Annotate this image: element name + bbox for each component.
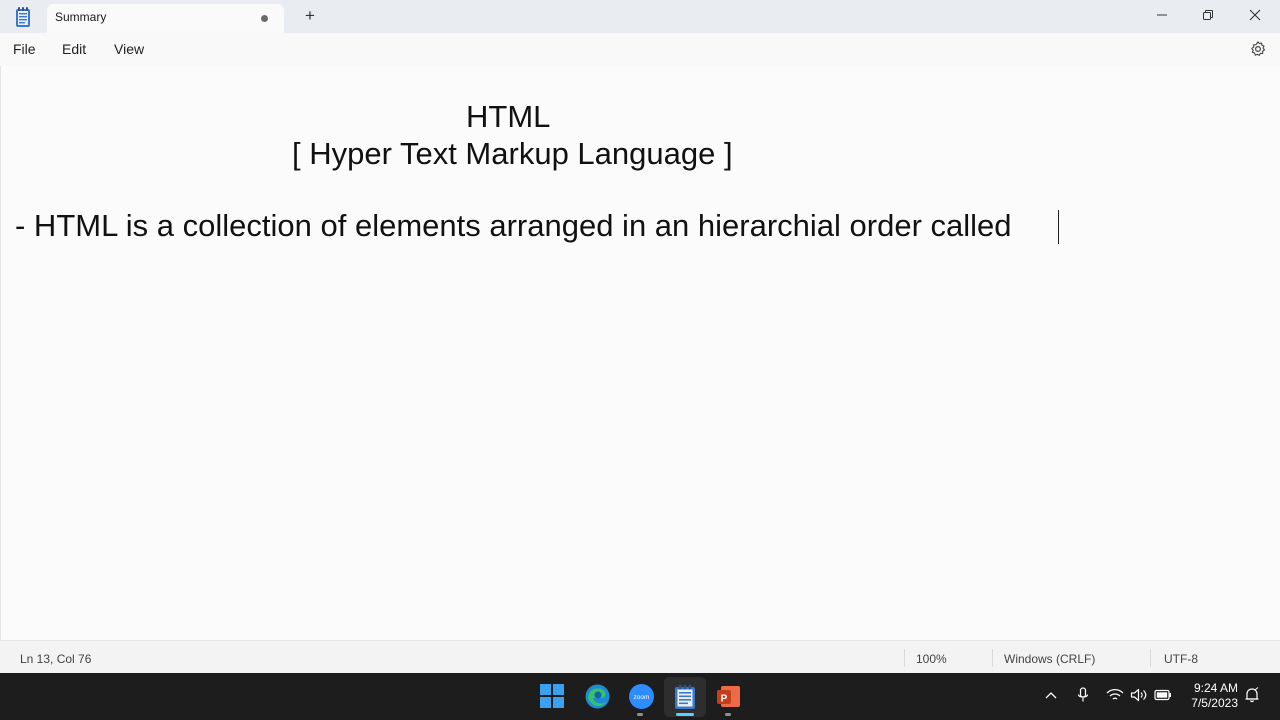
vertical-scrollbar[interactable] [1266, 66, 1280, 640]
powerpoint-icon: P [716, 685, 740, 707]
text-caret [1058, 210, 1059, 244]
edge-icon [585, 684, 609, 708]
volume-icon[interactable] [1130, 686, 1148, 704]
status-divider [904, 649, 905, 667]
document-line-2: [ Hyper Text Markup Language ] [292, 136, 733, 171]
status-divider [1150, 649, 1151, 667]
restore-icon [1203, 10, 1213, 20]
windows-start-icon [540, 684, 564, 708]
notepad-active-indicator [676, 713, 694, 716]
cursor-position: Ln 13, Col 76 [20, 652, 92, 666]
battery-icon[interactable] [1154, 686, 1172, 704]
menu-file[interactable]: File [13, 41, 36, 57]
title-bar: Summary + [0, 0, 1280, 33]
powerpoint-button[interactable]: P [713, 681, 743, 711]
taskbar: zoom P 9:24 AM 7/5/2023 [0, 673, 1280, 720]
minimize-icon [1157, 14, 1167, 16]
svg-text:zoom: zoom [633, 693, 649, 700]
tab-title: Summary [55, 10, 107, 24]
notification-bell-icon[interactable] [1243, 686, 1261, 704]
show-hidden-icons-chevron-icon[interactable] [1042, 686, 1060, 704]
close-button[interactable] [1232, 0, 1278, 30]
svg-text:P: P [720, 693, 727, 704]
menu-bar: File Edit View [0, 33, 1280, 67]
menu-edit[interactable]: Edit [62, 41, 86, 57]
notepad-taskbar-button[interactable] [670, 681, 700, 711]
status-divider [992, 649, 993, 667]
new-tab-button[interactable]: + [300, 6, 320, 26]
zoom-running-indicator [637, 713, 643, 716]
line-ending[interactable]: Windows (CRLF) [1004, 652, 1095, 666]
zoom-level[interactable]: 100% [916, 652, 947, 666]
status-bar: Ln 13, Col 76 100% Windows (CRLF) UTF-8 [0, 640, 1280, 674]
clock-time: 9:24 AM [1193, 681, 1238, 695]
close-icon [1249, 9, 1261, 21]
encoding[interactable]: UTF-8 [1164, 652, 1198, 666]
settings-gear-icon[interactable] [1249, 40, 1267, 58]
clock-date: 7/5/2023 [1191, 696, 1238, 710]
taskbar-clock[interactable]: 9:24 AM 7/5/2023 [1180, 681, 1238, 711]
start-button[interactable] [537, 681, 567, 711]
document-line-1: HTML [466, 99, 551, 134]
minimize-button[interactable] [1139, 0, 1185, 30]
zoom-app-button[interactable]: zoom [626, 681, 656, 711]
notepad-icon [675, 684, 695, 709]
document-line-3: - HTML is a collection of elements arran… [15, 208, 1021, 243]
microphone-icon[interactable] [1074, 686, 1092, 704]
edge-button[interactable] [582, 681, 612, 711]
unsaved-dot-icon[interactable] [261, 15, 268, 22]
tab-summary[interactable]: Summary [47, 4, 284, 33]
wifi-icon[interactable] [1106, 686, 1124, 704]
text-editor[interactable]: HTML [ Hyper Text Markup Language ] - HT… [0, 66, 1267, 640]
powerpoint-running-indicator [725, 713, 731, 716]
restore-button[interactable] [1185, 0, 1231, 30]
menu-view[interactable]: View [114, 41, 144, 57]
notepad-app-icon [14, 6, 32, 28]
zoom-icon: zoom [628, 683, 654, 709]
